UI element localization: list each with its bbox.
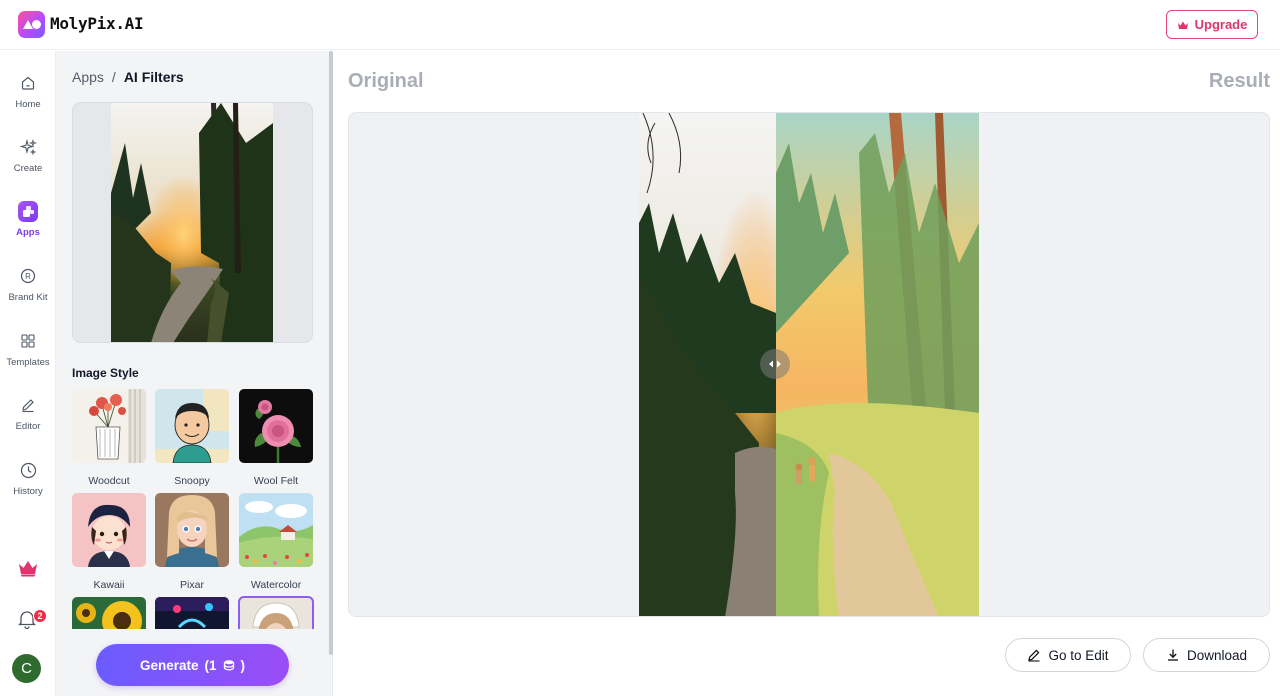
neon-thumbnail <box>155 597 229 629</box>
style-sunflower[interactable] <box>72 597 146 629</box>
breadcrumb-separator: / <box>111 69 116 85</box>
image-style-title: Image Style <box>72 366 139 380</box>
rail-item-label: Create <box>13 163 43 174</box>
uploaded-image <box>111 103 273 342</box>
home-icon <box>18 73 38 93</box>
wool-felt-thumbnail <box>239 389 313 463</box>
style-name: Woodcut <box>88 475 130 487</box>
portrait-thumbnail <box>238 596 314 629</box>
download-button[interactable]: Download <box>1143 638 1270 672</box>
coin-icon <box>223 660 234 671</box>
generate-label: Generate <box>139 657 199 673</box>
pencil-icon <box>18 395 38 415</box>
generate-cost-close: ) <box>240 657 246 673</box>
go-to-edit-button[interactable]: Go to Edit <box>1005 638 1131 672</box>
edit-icon <box>1028 649 1040 662</box>
style-snoopy[interactable]: Snoopy <box>155 389 229 487</box>
avatar[interactable]: C <box>12 654 41 683</box>
compare-canvas <box>348 112 1270 617</box>
notification-badge: 2 <box>33 609 47 623</box>
crown-icon[interactable] <box>17 559 39 577</box>
top-bar: MolyPix.AI Upgrade <box>0 0 1280 50</box>
crown-icon <box>1177 21 1188 29</box>
registered-icon: R <box>18 266 38 286</box>
breadcrumb: Apps / AI Filters <box>72 69 184 85</box>
svg-text:R: R <box>25 272 31 281</box>
rail-item-apps[interactable]: Apps <box>0 200 56 257</box>
sunflower-thumbnail <box>72 597 146 629</box>
style-selected-portrait[interactable] <box>238 596 314 629</box>
generate-cost: (1 <box>204 657 217 673</box>
breadcrumb-current: AI Filters <box>123 69 184 85</box>
brand-name[interactable]: MolyPix.AI <box>50 14 144 33</box>
kawaii-thumbnail <box>72 493 146 567</box>
style-name: Pixar <box>180 579 204 591</box>
main-area: Original Result Go to Edit Download <box>333 51 1280 696</box>
style-grid: Woodcut Snoopy Wool Felt Kawaii Pixar Wa… <box>72 389 316 629</box>
style-wool-felt[interactable]: Wool Felt <box>239 389 313 487</box>
download-label: Download <box>1186 647 1248 663</box>
rail-item-label: Home <box>15 99 41 110</box>
rail-item-label: Editor <box>15 421 41 432</box>
compare-slider-handle[interactable] <box>760 349 790 379</box>
rail-item-history[interactable]: History <box>0 460 56 516</box>
rail-item-templates[interactable]: Templates <box>0 331 56 387</box>
rail-item-home[interactable]: Home <box>0 73 56 129</box>
go-to-edit-label: Go to Edit <box>1048 647 1109 663</box>
breadcrumb-apps[interactable]: Apps <box>72 69 104 85</box>
rail-item-label: Templates <box>6 357 50 368</box>
clock-icon <box>18 460 38 480</box>
grid-icon <box>18 331 38 351</box>
style-name: Kawaii <box>93 579 125 591</box>
generate-button[interactable]: Generate (1 ) <box>96 644 289 686</box>
upload-preview[interactable] <box>72 102 313 343</box>
rail-item-label: History <box>13 486 43 497</box>
style-name: Snoopy <box>174 475 210 487</box>
style-pixar[interactable]: Pixar <box>155 493 229 591</box>
molypix-logo-icon[interactable] <box>18 11 45 38</box>
original-label: Original <box>348 70 424 92</box>
before-after-image[interactable] <box>639 113 979 617</box>
download-icon <box>1167 649 1178 661</box>
upgrade-button[interactable]: Upgrade <box>1166 10 1258 39</box>
drag-arrows-icon <box>769 360 781 368</box>
rail-item-label: Apps <box>16 227 40 238</box>
ai-filters-panel: Apps / AI Filters Image Style Woodcut Sn… <box>56 51 333 696</box>
style-watercolor[interactable]: Watercolor <box>239 493 313 591</box>
style-name: Watercolor <box>250 579 302 591</box>
left-rail: Home Create Apps R Brand Kit Templates E… <box>0 51 56 696</box>
watercolor-thumbnail <box>239 493 313 567</box>
style-kawaii[interactable]: Kawaii <box>72 493 146 591</box>
rail-item-create[interactable]: Create <box>0 137 56 193</box>
rail-item-label: Brand Kit <box>8 292 48 303</box>
style-name: Wool Felt <box>253 475 299 487</box>
style-woodcut[interactable]: Woodcut <box>72 389 146 487</box>
apps-icon <box>18 200 38 222</box>
woodcut-thumbnail <box>72 389 146 463</box>
pixar-thumbnail <box>155 493 229 567</box>
rail-item-editor[interactable]: Editor <box>0 395 56 451</box>
rail-item-brand-kit[interactable]: R Brand Kit <box>0 266 56 322</box>
sparkle-icon <box>18 137 38 157</box>
style-neon[interactable] <box>155 597 229 629</box>
result-label: Result <box>1208 70 1270 92</box>
snoopy-thumbnail <box>155 389 229 464</box>
upgrade-label: Upgrade <box>1194 17 1248 32</box>
